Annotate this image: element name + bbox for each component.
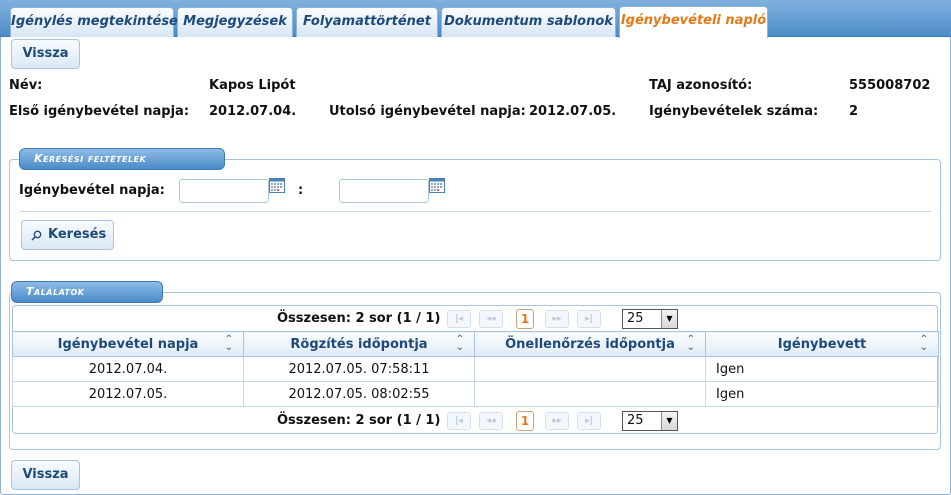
magnifier-icon [31, 230, 42, 241]
last-page-button[interactable]: ▸| [577, 412, 601, 430]
row-summary: Összesen: 2 sor (1 / 1) [277, 311, 441, 326]
first-page-button[interactable]: |◂ [447, 310, 471, 328]
page-number[interactable]: 1 [516, 309, 534, 329]
name-label: Név: [9, 78, 43, 93]
first-usage-label: Első igénybevétel napja: [9, 104, 190, 119]
page-number[interactable]: 1 [516, 411, 534, 431]
cell-used: Igen [705, 381, 939, 407]
column-header-igenybevetel-napja[interactable]: Igénybevétel napja ⌃ ⌄ [12, 331, 244, 357]
tab-bar: Igénylés megtekintése Megjegyzések Folya… [0, 0, 951, 38]
cell-used: Igen [705, 356, 939, 382]
first-usage-value: 2012.07.04. [209, 104, 297, 119]
search-legend: Keresési feltételek [19, 148, 225, 170]
first-page-button[interactable]: |◂ [447, 412, 471, 430]
cell-recorded: 2012.07.05. 07:58:11 [243, 356, 475, 382]
back-button-top[interactable]: Vissza [11, 39, 80, 69]
tab-dokumentum-sablonok[interactable]: Dokumentum sablonok [441, 7, 616, 37]
page-size-value: 25 [627, 413, 644, 428]
tab-folyamattortenet[interactable]: Folyamattörténet [296, 7, 438, 37]
name-value: Kapos Lipót [209, 78, 296, 93]
row-summary: Összesen: 2 sor (1 / 1) [277, 413, 441, 428]
column-header-rogzites-idopontja[interactable]: Rögzítés időpontja ⌃ ⌄ [243, 331, 475, 357]
sort-arrows-icon: ⌃ ⌄ [224, 334, 233, 353]
dropdown-arrow-icon: ▼ [661, 412, 677, 430]
page-size-select[interactable]: 25 ▼ [622, 309, 678, 329]
cell-self-check [474, 381, 706, 407]
search-panel [9, 159, 941, 261]
tab-igenybeveteli-naplo[interactable]: Igénybevételi napló [619, 6, 768, 38]
range-separator: : [298, 183, 304, 198]
column-header-igenybevett[interactable]: Igénybevett ⌃ ⌄ [705, 331, 939, 357]
sort-arrows-icon: ⌃ ⌄ [455, 334, 464, 353]
tab-megjegyzesek[interactable]: Megjegyzések [177, 7, 293, 37]
table-header-row: Igénybevétel napja ⌃ ⌄ Rögzítés időpontja ⌃… [12, 331, 939, 357]
taj-value: 555008702 [849, 78, 931, 93]
usage-count-value: 2 [849, 104, 859, 119]
next-page-button[interactable]: ▸▸ [545, 412, 569, 430]
results-table: Igénybevétel napja ⌃ ⌄ Rögzítés időpontja ⌃… [12, 331, 939, 407]
search-button[interactable]: Keresés [21, 220, 114, 250]
cell-self-check [474, 356, 706, 382]
sort-arrows-icon: ⌃ ⌄ [919, 334, 928, 353]
usage-count-label: Igénybevételek száma: [649, 104, 819, 119]
date-to-input[interactable] [339, 179, 429, 203]
calendar-icon[interactable] [429, 178, 445, 193]
back-button-bottom[interactable]: Vissza [11, 460, 80, 490]
last-usage-label: Utolsó igénybevétel napja: [329, 104, 526, 119]
table-row[interactable]: 2012.07.05. 2012.07.05. 08:02:55 Igen [12, 381, 939, 407]
dropdown-arrow-icon: ▼ [661, 310, 677, 328]
search-button-label: Keresés [48, 227, 107, 242]
last-page-button[interactable]: ▸| [577, 310, 601, 328]
results-legend: Találatok [11, 281, 163, 303]
taj-label: TAJ azonosító: [649, 78, 753, 93]
page-size-select[interactable]: 25 ▼ [622, 411, 678, 431]
sort-arrows-icon: ⌃ ⌄ [686, 334, 695, 353]
date-from-input[interactable] [179, 179, 269, 203]
prev-page-button[interactable]: ◂◂ [479, 412, 503, 430]
last-usage-value: 2012.07.05. [529, 104, 617, 119]
calendar-icon[interactable] [269, 178, 285, 193]
search-divider [19, 211, 931, 212]
column-header-onellenorzes-idopontja[interactable]: Önellenőrzés időpontja ⌃ ⌄ [474, 331, 706, 357]
next-page-button[interactable]: ▸▸ [545, 310, 569, 328]
cell-date: 2012.07.05. [12, 381, 244, 407]
tab-igenyles-megtekintese[interactable]: Igénylés megtekintése [10, 7, 178, 37]
cell-recorded: 2012.07.05. 08:02:55 [243, 381, 475, 407]
date-filter-label: Igénybevétel napja: [19, 183, 165, 198]
cell-date: 2012.07.04. [12, 356, 244, 382]
pager-top: Összesen: 2 sor (1 / 1) |◂ ◂◂ 1 ▸▸ ▸| 25… [13, 308, 937, 332]
pager-bottom: Összesen: 2 sor (1 / 1) |◂ ◂◂ 1 ▸▸ ▸| 25… [13, 410, 937, 434]
table-row[interactable]: 2012.07.04. 2012.07.05. 07:58:11 Igen [12, 356, 939, 382]
page-size-value: 25 [627, 311, 644, 326]
prev-page-button[interactable]: ◂◂ [479, 310, 503, 328]
